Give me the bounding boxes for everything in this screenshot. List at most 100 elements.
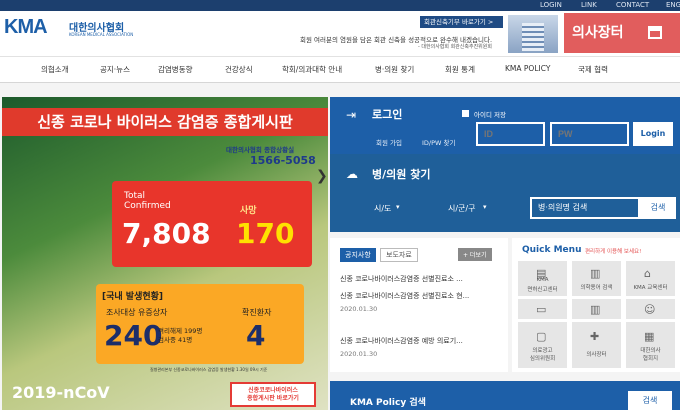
district-select[interactable]: 시/군/구 bbox=[448, 203, 475, 214]
graduation-icon: ⌂ bbox=[644, 267, 651, 280]
login-title: 로그인 bbox=[372, 108, 403, 121]
quick-label: 대한의사 bbox=[640, 348, 661, 354]
link-link[interactable]: LINK bbox=[581, 0, 597, 11]
login-button[interactable]: Login bbox=[633, 122, 673, 146]
corona-banner[interactable]: 신종 코로나 바이러스 감염증 종합게시판 대한의사협회 종합상황실 1566-… bbox=[2, 97, 328, 410]
policy-search-title: KMA Policy 검색 bbox=[350, 398, 426, 408]
promo-subtext: - 대한의사협회 회관신축추진위원회 bbox=[418, 44, 492, 50]
quick-label: KMA bbox=[536, 277, 549, 283]
hospital-search-input[interactable]: 병·의원명 검색 bbox=[530, 197, 640, 219]
policy-search-panel: KMA Policy 검색 검색 bbox=[330, 381, 680, 410]
corona-board-button[interactable]: 신종코로나바이러스 종합게시판 바로가기 bbox=[230, 382, 316, 407]
nav-item-infection[interactable]: 감염병동향 bbox=[158, 64, 193, 75]
money-icon: ▭ bbox=[536, 303, 547, 316]
nav-item-policy[interactable]: KMA POLICY bbox=[505, 64, 550, 73]
quick-education[interactable]: ⌂ KMA 교육센터 bbox=[626, 261, 675, 296]
notice-item-date: 2020.01.30 bbox=[340, 350, 378, 358]
logo[interactable]: KMA bbox=[4, 16, 48, 39]
quick-menu-subtitle: 편리하게 이용해 보세요! bbox=[585, 249, 642, 255]
quick-terms[interactable]: ▥ 의학용어 검색 bbox=[572, 261, 621, 296]
nav-item-news[interactable]: 공지·뉴스 bbox=[100, 64, 130, 75]
building-image bbox=[508, 15, 558, 53]
confirmed-label: Confirmed bbox=[124, 201, 171, 211]
building-donation-button[interactable]: 회관신축기부 바로가기 > bbox=[420, 16, 503, 28]
notice-panel: 공지사항 보도자료 + 더보기 신종 코로나바이러스감염증 선별진료소 ... … bbox=[330, 238, 508, 372]
nav-item-health[interactable]: 건강상식 bbox=[225, 64, 253, 75]
total-label: Total bbox=[124, 191, 146, 201]
hospital-search-panel: ☁ 병/의원 찾기 시/도 ▾ 시/군/구 ▾ 병·의원명 검색 검색 bbox=[330, 154, 680, 232]
nav-item-about[interactable]: 의협소개 bbox=[41, 64, 69, 75]
save-id-checkbox[interactable] bbox=[462, 110, 469, 117]
pw-input[interactable] bbox=[550, 122, 629, 146]
nav-item-stats[interactable]: 회원 통계 bbox=[445, 64, 475, 75]
shop-icon bbox=[648, 26, 662, 39]
login-icon: ⇥ bbox=[346, 108, 357, 122]
quick-tile[interactable]: ☺ bbox=[626, 299, 675, 319]
suspect-label: 조사대상 유증상자 bbox=[106, 308, 168, 317]
eng-link[interactable]: ENG bbox=[666, 0, 680, 11]
hotline-number: 1566-5058 bbox=[250, 154, 316, 167]
city-select[interactable]: 시/도 bbox=[374, 203, 391, 214]
book-icon: ▥ bbox=[590, 303, 601, 316]
save-id-label: 아이디 저장 bbox=[474, 111, 506, 119]
user-icon: ☺ bbox=[644, 303, 656, 316]
join-link[interactable]: 회원 가입 bbox=[376, 137, 402, 147]
medical-bag-icon: ✚ bbox=[590, 330, 600, 343]
chevron-down-icon[interactable]: ▾ bbox=[396, 203, 400, 211]
corona-button-line1: 신종코로나바이러스 bbox=[248, 387, 298, 394]
quick-label: 의학용어 검색 bbox=[580, 285, 613, 291]
quick-label: 협회지 bbox=[642, 356, 659, 362]
journal-icon: ▦ bbox=[644, 330, 655, 343]
id-input[interactable] bbox=[476, 122, 545, 146]
login-link[interactable]: LOGIN bbox=[540, 0, 562, 11]
hospital-search-button[interactable]: 검색 bbox=[640, 197, 676, 219]
carousel-dots[interactable] bbox=[158, 403, 172, 410]
logo-english-text: KOREAN MEDICAL ASSOCIATION bbox=[69, 32, 134, 37]
hotline-label: 대한의사협회 종합상황실 bbox=[226, 146, 295, 154]
nav-item-academy[interactable]: 학회/의과대학 안내 bbox=[282, 64, 342, 75]
tab-notice[interactable]: 공지사항 bbox=[340, 248, 376, 262]
death-count: 170 bbox=[236, 217, 295, 250]
top-utility-bar bbox=[0, 0, 680, 11]
quick-tile[interactable]: ▭ bbox=[518, 299, 567, 319]
corona-button-line2: 종합게시판 바로가기 bbox=[247, 395, 299, 402]
notice-item-date: 2020.01.30 bbox=[340, 305, 378, 313]
notice-item-title[interactable]: 신종 코로나바이러스감염증 예방 의료기... bbox=[340, 336, 463, 346]
quick-doctor-market[interactable]: ✚ 의사장터 bbox=[572, 322, 621, 368]
more-button[interactable]: + 더보기 bbox=[458, 248, 492, 261]
tab-press[interactable]: 보도자료 bbox=[380, 248, 418, 262]
global-stats-panel: Total Confirmed 7,808 사망 170 bbox=[112, 181, 312, 267]
login-panel: ⇥ 로그인 아이디 저장 회원 가입 ID/PW 찾기 Login bbox=[330, 97, 680, 154]
source-note: 질병관리본부 신종코로나바이러스 감염증 발생현황 1.30일 09시 기준 bbox=[150, 367, 268, 372]
death-label: 사망 bbox=[240, 206, 257, 216]
domestic-stats-panel: [국내 발생현황] 조사대상 유증상자 240 격리해제 199명 검사중 41… bbox=[96, 284, 304, 364]
quick-ad-review[interactable]: ▢ 의료광고 심의위원회 bbox=[518, 322, 567, 368]
quick-label: 면허신고센터 bbox=[527, 287, 558, 293]
testing-note: 검사중 41명 bbox=[158, 336, 193, 344]
quick-label: KMA 교육센터 bbox=[633, 285, 668, 291]
suspect-count: 240 bbox=[104, 319, 163, 352]
doctor-market-banner[interactable]: 의사장터 bbox=[564, 13, 680, 53]
quick-label: 의사장터 bbox=[586, 352, 607, 358]
banner-title: 신종 코로나 바이러스 감염증 종합게시판 bbox=[2, 108, 328, 136]
quick-label: 심의위원회 bbox=[529, 356, 556, 362]
notice-item-title[interactable]: 신종 코로나바이러스감염증 선별진료소 현... bbox=[340, 291, 469, 301]
policy-search-button[interactable]: 검색 bbox=[628, 391, 672, 410]
cloud-search-icon: ☁ bbox=[346, 167, 358, 181]
doctor-market-label: 의사장터 bbox=[572, 25, 624, 41]
quick-journal[interactable]: ▦ 대한의사 협회지 bbox=[626, 322, 675, 368]
patients-label: 확진환자 bbox=[242, 308, 272, 317]
find-id-pw-link[interactable]: ID/PW 찾기 bbox=[422, 137, 456, 147]
quick-license[interactable]: ▤ KMA 면허신고센터 bbox=[518, 261, 567, 296]
chevron-down-icon[interactable]: ▾ bbox=[483, 203, 487, 211]
virus-label: 2019-nCoV bbox=[12, 383, 110, 402]
domestic-label: [국내 발생현황] bbox=[102, 292, 164, 302]
chevron-right-icon[interactable]: ❯ bbox=[316, 168, 328, 184]
nav-item-hospital[interactable]: 병·의원 찾기 bbox=[375, 64, 414, 75]
quick-label: 의료광고 bbox=[532, 348, 553, 354]
notice-item-title[interactable]: 신종 코로나바이러스감염증 선별진료소 ... bbox=[340, 274, 463, 284]
quick-tile[interactable]: ▥ bbox=[572, 299, 621, 319]
nav-item-international[interactable]: 국제 협력 bbox=[578, 64, 608, 75]
ad-icon: ▢ bbox=[536, 330, 547, 343]
contact-link[interactable]: CONTACT bbox=[616, 0, 649, 11]
